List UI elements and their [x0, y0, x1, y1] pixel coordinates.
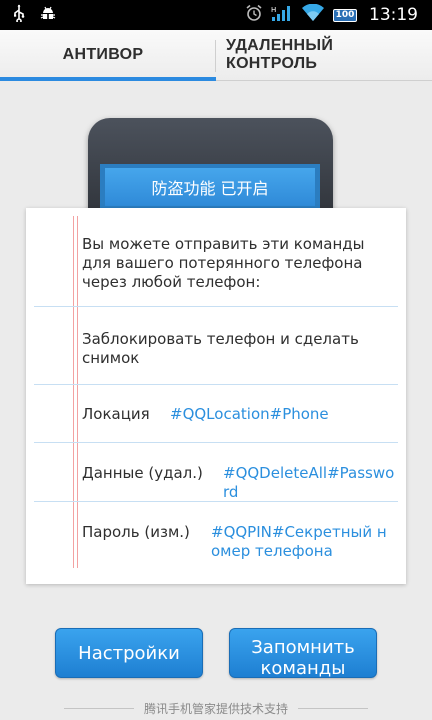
location-command: #QQLocation#Phone	[170, 405, 329, 423]
svg-text:H: H	[271, 6, 276, 14]
divider-line	[34, 442, 398, 443]
intro-text: Вы можете отправить эти команды для ваше…	[82, 235, 365, 291]
battery-icon: 100	[333, 8, 357, 22]
divider-line	[34, 384, 398, 385]
alarm-icon	[245, 4, 263, 26]
tab-remote-control[interactable]: УДАЛЕННЫЙ КОНТРОЛЬ	[206, 30, 432, 80]
debug-icon	[40, 5, 56, 25]
data-label: Данные (удал.)	[82, 464, 203, 482]
usb-icon	[12, 4, 26, 26]
password-command: #QQPIN#Секретный номер телефона	[211, 523, 387, 560]
phone-banner: 防盗功能 已开启	[105, 168, 315, 206]
status-time: 13:19	[369, 5, 418, 25]
tab-bar: АНТИВОР УДАЛЕННЫЙ КОНТРОЛЬ	[0, 30, 432, 81]
location-label: Локация	[82, 405, 150, 423]
status-bar: H 100 13:19	[0, 0, 432, 30]
password-label: Пароль (изм.)	[82, 523, 190, 541]
margin-line-right	[77, 216, 78, 568]
active-tab-indicator	[0, 77, 216, 81]
commands-card: Вы можете отправить эти команды для ваше…	[26, 208, 406, 584]
wifi-icon	[301, 3, 325, 26]
tab-antivor[interactable]: АНТИВОР	[0, 30, 206, 80]
divider-line	[34, 306, 398, 307]
footer-text: 腾讯手机管家提供技术支持	[143, 701, 288, 716]
footer: 腾讯手机管家提供技术支持	[0, 698, 432, 718]
tab-divider	[215, 40, 216, 72]
lock-command-text: Заблокировать телефон и сделать снимок	[82, 330, 359, 367]
footer-line-left	[63, 707, 134, 709]
data-command: #QQDeleteAll#Password	[223, 464, 395, 501]
signal-icon: H	[271, 4, 293, 26]
settings-button[interactable]: Настройки	[55, 628, 203, 678]
footer-line-right	[298, 707, 368, 709]
divider-line	[34, 501, 398, 502]
margin-line-left	[73, 216, 74, 568]
remember-commands-button[interactable]: Запомнить команды	[229, 628, 377, 678]
